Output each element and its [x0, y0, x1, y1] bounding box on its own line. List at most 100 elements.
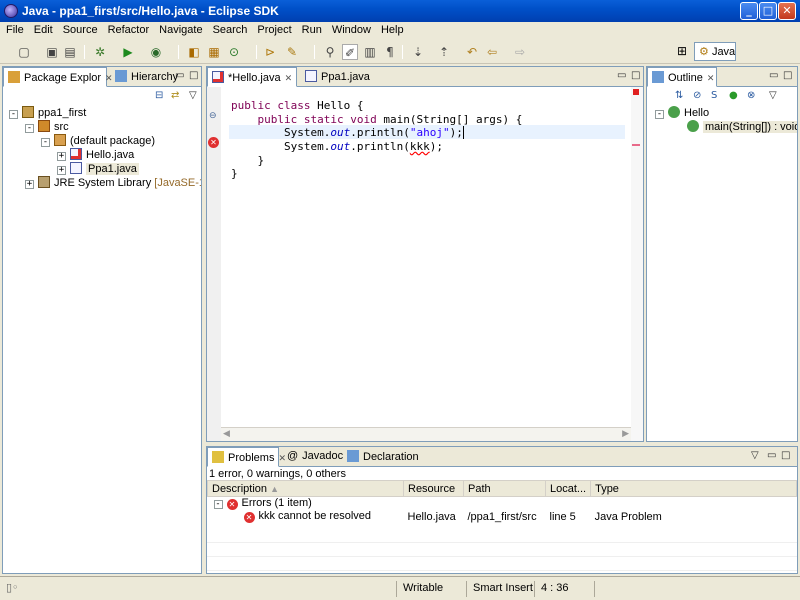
maximize-view-icon[interactable]: □	[631, 70, 640, 81]
minimize-view-icon[interactable]: ▭	[175, 70, 184, 81]
error-indicator-icon[interactable]	[633, 89, 639, 95]
menu-source[interactable]: Source	[57, 22, 102, 36]
maximize-view-icon[interactable]: □	[783, 70, 792, 81]
maximize-view-icon[interactable]: □	[781, 450, 790, 461]
fast-view-icon[interactable]: ▯◦	[6, 581, 19, 594]
tab-javadoc[interactable]: @ Javadoc	[283, 447, 347, 467]
run-icon[interactable]: ▶	[120, 44, 136, 60]
tree-item-jre-library[interactable]: + JRE System Library [JavaSE-1.6]	[25, 176, 201, 189]
minimize-view-icon[interactable]: ▭	[617, 70, 626, 81]
hide-static-icon[interactable]: S	[711, 90, 717, 101]
collapse-icon[interactable]: -	[9, 110, 18, 119]
error-overview-marker[interactable]	[632, 144, 640, 146]
debug-icon[interactable]: ✲	[92, 44, 108, 60]
minimize-view-icon[interactable]: ▭	[767, 450, 776, 461]
save-icon[interactable]: ▣	[44, 44, 60, 60]
tree-item-decoration: [JavaSE-1.6]	[154, 177, 201, 189]
menu-help[interactable]: Help	[375, 22, 408, 36]
column-resource[interactable]: Resource	[403, 480, 464, 497]
tree-item-src[interactable]: - src	[25, 120, 69, 133]
search-icon[interactable]: ✎	[284, 44, 300, 60]
menu-navigate[interactable]: Navigate	[153, 22, 206, 36]
hide-nonpublic-icon[interactable]: ●	[729, 90, 738, 101]
tab-problems[interactable]: Problems ✕	[207, 447, 286, 467]
tab-outline[interactable]: Outline ✕	[647, 67, 717, 87]
collapse-icon[interactable]: -	[25, 124, 34, 133]
toggle-mark-occurrences-icon[interactable]: ⚲	[322, 44, 338, 60]
column-path[interactable]: Path	[463, 480, 546, 497]
hide-local-types-icon[interactable]: ⊗	[747, 90, 755, 101]
column-type[interactable]: Type	[590, 480, 797, 497]
tab-ppa1-java[interactable]: Ppa1.java	[301, 67, 374, 87]
table-group-row[interactable]: - ✕ Errors (1 item)	[207, 496, 797, 510]
tab-declaration[interactable]: Declaration	[343, 447, 423, 467]
menu-file[interactable]: File	[0, 22, 28, 36]
fold-icon[interactable]: ⊖	[209, 111, 217, 121]
minimize-button[interactable]: _	[740, 2, 758, 20]
outline-item-hello[interactable]: - Hello	[655, 106, 709, 119]
problem-type: Java Problem	[590, 510, 797, 523]
previous-annotation-icon[interactable]: ⇡	[436, 44, 452, 60]
open-type-icon[interactable]: ⊳	[262, 44, 278, 60]
block-selection-icon[interactable]: ▥	[362, 44, 378, 60]
view-menu-icon[interactable]: ▽	[189, 90, 197, 101]
menu-edit[interactable]: Edit	[28, 22, 57, 36]
maximize-button[interactable]: □	[759, 2, 777, 20]
link-with-editor-icon[interactable]: ⇄	[171, 90, 179, 101]
close-icon[interactable]: ✕	[707, 74, 715, 84]
code-token: main(String[] args) {	[376, 113, 523, 126]
menu-project[interactable]: Project	[251, 22, 295, 36]
last-edit-location-icon[interactable]: ↶	[464, 44, 480, 60]
hide-fields-icon[interactable]: ⊘	[693, 90, 701, 101]
tree-item-label: JRE System Library	[54, 177, 152, 189]
maximize-view-icon[interactable]: □	[189, 70, 198, 81]
problems-table-background	[207, 529, 797, 573]
collapse-icon[interactable]: -	[655, 110, 664, 119]
menu-refactor[interactable]: Refactor	[102, 22, 154, 36]
external-tools-icon[interactable]: ◉	[148, 44, 164, 60]
java-perspective-button[interactable]: ⚙ Java	[694, 42, 736, 61]
view-menu-icon[interactable]: ▽	[769, 90, 777, 101]
highlight-icon[interactable]: ✐	[342, 44, 358, 60]
collapse-icon[interactable]: -	[41, 138, 50, 147]
horizontal-scrollbar[interactable]: ◀ ▶	[221, 427, 631, 441]
error-marker-icon[interactable]: ✕	[208, 137, 219, 148]
tree-item-project[interactable]: - ppa1_first	[9, 106, 86, 119]
code-editor[interactable]: ⊖ ✕ public class Hello { public static v…	[207, 87, 643, 441]
outline-item-label: main(String[]) : void	[703, 121, 797, 133]
new-icon[interactable]: ▢	[16, 44, 32, 60]
menu-window[interactable]: Window	[326, 22, 375, 36]
expand-icon[interactable]: +	[57, 152, 66, 161]
sort-icon[interactable]: ⇅	[675, 90, 683, 101]
new-package-icon[interactable]: ▦	[206, 44, 222, 60]
collapse-all-icon[interactable]: ⊟	[155, 90, 163, 101]
expand-icon[interactable]: +	[25, 180, 34, 189]
open-perspective-icon[interactable]: ⊞	[672, 42, 692, 61]
tree-item-ppa1-java[interactable]: + Ppa1.java	[57, 162, 139, 175]
collapse-icon[interactable]: -	[213, 500, 223, 509]
tree-item-default-package[interactable]: - (default package)	[41, 134, 155, 147]
expand-icon[interactable]: +	[57, 166, 66, 175]
close-button[interactable]: ✕	[778, 2, 796, 20]
tab-package-explorer[interactable]: Package Explor ✕	[3, 67, 113, 87]
tab-hello-java[interactable]: *Hello.java ✕	[207, 67, 297, 87]
close-icon[interactable]: ✕	[285, 74, 293, 84]
view-menu-icon[interactable]: ▽	[751, 450, 759, 461]
tree-item-hello-java[interactable]: + Hello.java	[57, 148, 134, 161]
table-row[interactable]: ✕ kkk cannot be resolved Hello.java /ppa1…	[207, 510, 797, 523]
minimize-view-icon[interactable]: ▭	[769, 70, 778, 81]
new-java-project-icon[interactable]: ◧	[186, 44, 202, 60]
outline-item-main[interactable]: main(String[]) : void	[687, 120, 797, 133]
column-location[interactable]: Locat...	[544, 480, 592, 497]
tab-hierarchy[interactable]: Hierarchy	[111, 67, 182, 87]
scroll-left-icon[interactable]: ◀	[223, 429, 230, 439]
menu-search[interactable]: Search	[207, 22, 252, 36]
column-description[interactable]: Description ▲	[207, 480, 404, 497]
print-icon[interactable]: ▤	[62, 44, 78, 60]
back-icon[interactable]: ⇦	[484, 44, 500, 60]
next-annotation-icon[interactable]: ⇣	[410, 44, 426, 60]
scroll-right-icon[interactable]: ▶	[622, 429, 629, 439]
show-whitespace-icon[interactable]: ¶	[382, 44, 398, 60]
new-class-icon[interactable]: ⊙	[226, 44, 242, 60]
menu-run[interactable]: Run	[296, 22, 326, 36]
